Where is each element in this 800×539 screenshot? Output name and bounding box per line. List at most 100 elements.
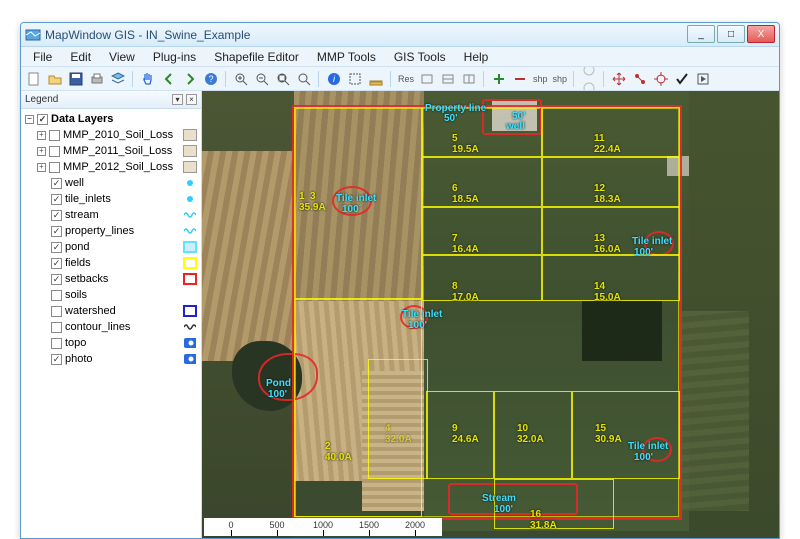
menu-shapefile-editor[interactable]: Shapefile Editor — [206, 48, 307, 66]
layer-checkbox[interactable] — [51, 226, 62, 237]
legend-item-MMP_2011_Soil_Loss[interactable]: +MMP_2011_Soil_Loss — [25, 143, 197, 159]
crosshair-icon[interactable] — [652, 70, 670, 88]
legend-item-property_lines[interactable]: property_lines — [25, 223, 197, 239]
tb-res3-icon[interactable] — [460, 70, 478, 88]
menu-plug-ins[interactable]: Plug-ins — [145, 48, 204, 66]
tree-toggle[interactable]: + — [37, 147, 46, 156]
layer-checkbox[interactable] — [49, 130, 60, 141]
pan-icon[interactable] — [139, 70, 157, 88]
help-icon[interactable]: ? — [202, 70, 220, 88]
close-button[interactable]: X — [747, 25, 775, 43]
menu-file[interactable]: File — [25, 48, 60, 66]
svg-text:?: ? — [208, 74, 213, 84]
scale-tick-label: 500 — [269, 520, 284, 530]
legend-header[interactable]: Legend ▾ × — [21, 91, 201, 109]
maximize-button[interactable]: □ — [717, 25, 745, 43]
legend-item-watershed[interactable]: watershed — [25, 303, 197, 319]
legend-item-soils[interactable]: soils — [25, 287, 197, 303]
layer-label: setbacks — [65, 273, 180, 285]
layer-checkbox[interactable] — [49, 146, 60, 157]
menu-help[interactable]: Help — [456, 48, 497, 66]
measure-icon[interactable] — [367, 70, 385, 88]
legend-item-tile_inlets[interactable]: tile_inlets — [25, 191, 197, 207]
layer-checkbox[interactable] — [51, 338, 62, 349]
minimize-button[interactable]: _ — [687, 25, 715, 43]
legend-body[interactable]: − Data Layers +MMP_2010_Soil_Loss+MMP_2011… — [21, 109, 201, 538]
layer-checkbox[interactable] — [49, 162, 60, 173]
tb-add-icon[interactable] — [490, 70, 508, 88]
legend-item-topo[interactable]: topo — [25, 335, 197, 351]
layer-label: photo — [65, 353, 180, 365]
field-label-14: 1415.0A — [594, 281, 621, 303]
legend-item-contour_lines[interactable]: contour_lines — [25, 319, 197, 335]
layer-checkbox[interactable] — [51, 322, 62, 333]
scale-bar: 0500100015002000 — [204, 518, 442, 536]
layer-label: property_lines — [65, 225, 180, 237]
tb-disabled-5 — [580, 79, 598, 92]
print-icon[interactable] — [88, 70, 106, 88]
map-annotation: Tile inlet — [628, 441, 668, 452]
layer-checkbox[interactable] — [51, 274, 62, 285]
tree-toggle[interactable]: + — [37, 163, 46, 172]
legend-item-MMP_2010_Soil_Loss[interactable]: +MMP_2010_Soil_Loss — [25, 127, 197, 143]
menubar: FileEditViewPlug-insShapefile EditorMMP … — [21, 47, 779, 67]
legend-panel: Legend ▾ × − Data Layers +MMP_2010_Soil_Lo… — [21, 91, 202, 538]
layer-checkbox[interactable] — [51, 258, 62, 269]
layers-icon[interactable] — [109, 70, 127, 88]
legend-root-label: Data Layers — [51, 113, 197, 125]
layer-checkbox[interactable] — [51, 242, 62, 253]
layer-checkbox[interactable] — [51, 194, 62, 205]
tb-remove-icon[interactable] — [511, 70, 529, 88]
node-icon[interactable] — [631, 70, 649, 88]
menu-edit[interactable]: Edit — [62, 48, 99, 66]
layer-checkbox[interactable] — [51, 306, 62, 317]
tb-res2-icon[interactable] — [439, 70, 457, 88]
field-label-10: 1032.0A — [517, 423, 544, 445]
legend-item-stream[interactable]: stream — [25, 207, 197, 223]
legend-item-MMP_2012_Soil_Loss[interactable]: +MMP_2012_Soil_Loss — [25, 159, 197, 175]
legend-item-pond[interactable]: pond — [25, 239, 197, 255]
layer-checkbox[interactable] — [51, 178, 62, 189]
field-label-6: 618.5A — [452, 183, 479, 205]
menu-gis-tools[interactable]: GIS Tools — [386, 48, 454, 66]
legend-item-fields[interactable]: fields — [25, 255, 197, 271]
field-label-15: 1530.9A — [595, 423, 622, 445]
open-icon[interactable] — [46, 70, 64, 88]
select-icon[interactable] — [346, 70, 364, 88]
legend-dropdown-icon[interactable]: ▾ — [172, 94, 183, 105]
layer-checkbox[interactable] — [51, 210, 62, 221]
identify-icon[interactable]: i — [325, 70, 343, 88]
legend-item-setbacks[interactable]: setbacks — [25, 271, 197, 287]
layer-label: fields — [65, 257, 180, 269]
map-annotation: Tile inlet — [632, 236, 672, 247]
nav-forward-icon[interactable] — [181, 70, 199, 88]
save-icon[interactable] — [67, 70, 85, 88]
app-window: MapWindow GIS - IN_Swine_Example _ □ X F… — [20, 22, 780, 539]
legend-item-photo[interactable]: photo — [25, 351, 197, 367]
tb-res1-icon[interactable] — [418, 70, 436, 88]
layer-label: tile_inlets — [65, 193, 180, 205]
run-icon[interactable] — [694, 70, 712, 88]
menu-view[interactable]: View — [101, 48, 143, 66]
tree-toggle[interactable]: + — [37, 131, 46, 140]
titlebar[interactable]: MapWindow GIS - IN_Swine_Example _ □ X — [21, 23, 779, 47]
check-icon[interactable] — [673, 70, 691, 88]
layer-checkbox[interactable] — [51, 290, 62, 301]
layer-checkbox[interactable] — [51, 354, 62, 365]
legend-close-icon[interactable]: × — [186, 94, 197, 105]
zoom-sel-icon[interactable] — [295, 70, 313, 88]
legend-item-well[interactable]: well — [25, 175, 197, 191]
zoom-in-icon[interactable] — [232, 70, 250, 88]
layer-label: watershed — [65, 305, 180, 317]
nav-back-icon[interactable] — [160, 70, 178, 88]
map-canvas[interactable]: Property line50'50'wellTile inlet100´Til… — [202, 91, 779, 538]
map-annotation: Stream — [482, 493, 516, 504]
tree-toggle-root[interactable]: − — [25, 115, 34, 124]
zoom-extent-icon[interactable] — [274, 70, 292, 88]
map-annotation: well — [506, 121, 525, 132]
move-icon[interactable] — [610, 70, 628, 88]
new-icon[interactable] — [25, 70, 43, 88]
checkbox-root[interactable] — [37, 114, 48, 125]
zoom-out-icon[interactable] — [253, 70, 271, 88]
menu-mmp-tools[interactable]: MMP Tools — [309, 48, 384, 66]
